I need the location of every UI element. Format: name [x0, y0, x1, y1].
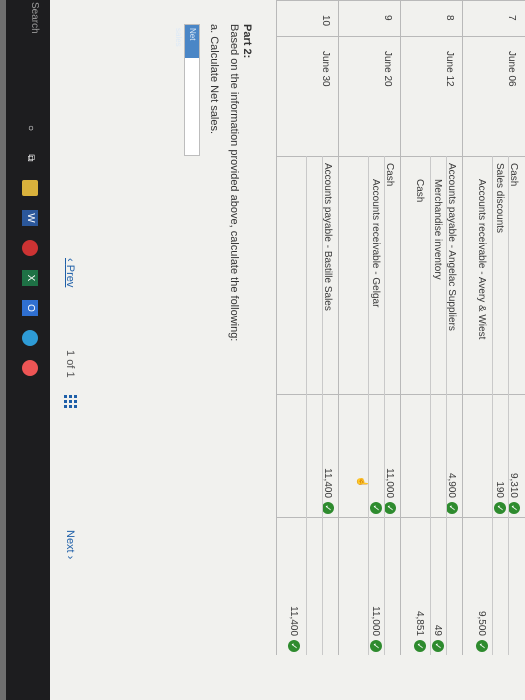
page-indicator: 1 of 1	[64, 350, 76, 378]
credit-amount: 49	[432, 624, 443, 636]
taskbar-search[interactable]: Search	[29, 2, 40, 34]
row-date: June 20	[339, 36, 401, 156]
credit-amount: 11,400	[288, 606, 299, 636]
row-date: June 12	[401, 36, 463, 156]
check-icon: ✓	[322, 502, 334, 514]
task-view-icon[interactable]: ⧉	[22, 150, 38, 166]
credit-cell: 11,400 ✓	[277, 517, 339, 656]
next-button[interactable]: Next ›	[64, 530, 76, 559]
debit-cell: 4,900 ✓	[401, 394, 463, 518]
file-explorer-icon[interactable]	[22, 180, 38, 196]
pagination-bar: ‹ Prev 1 of 1 Next ›	[56, 0, 80, 700]
row-date: June 30	[277, 36, 339, 156]
photo-of-screen: 7 June 06 Cash Sales discounts Accounts …	[6, 0, 525, 700]
debit-amount: 190	[494, 481, 505, 498]
credit-cell: 11,000 ✓	[339, 517, 401, 656]
chevron-right-icon: ›	[64, 552, 76, 560]
edge-icon[interactable]	[22, 330, 38, 346]
cortana-icon[interactable]: ○	[22, 120, 38, 136]
debit-cell: 9,310 ✓ 190 ✓	[463, 394, 525, 518]
check-icon: ✓	[508, 502, 520, 514]
account-name: Cash	[508, 163, 519, 187]
check-icon: ✓	[414, 640, 426, 652]
account-name: Accounts payable - Bastille Sales	[322, 163, 333, 311]
check-icon: ✓	[384, 502, 396, 514]
app-icon[interactable]	[22, 360, 38, 376]
account-name: Cash	[384, 163, 395, 187]
table-row: 9 June 20 Cash Accounts receivable - Gel…	[338, 0, 401, 656]
cursor-icon: ☝	[356, 475, 367, 488]
check-icon: ✓	[370, 502, 382, 514]
account-cell: Accounts payable - Bastille Sales	[277, 156, 339, 394]
account-cell: Accounts payable - Angelac Suppliers Mer…	[401, 156, 463, 394]
taskbar: Search ○ ⧉ W X O	[6, 0, 50, 700]
account-name: Sales discounts	[494, 163, 505, 234]
net-sales-field[interactable]: Net sales	[174, 24, 200, 156]
outlook-icon[interactable]: O	[22, 300, 38, 316]
account-name: Accounts receivable - Avery & Wiest	[476, 179, 487, 340]
row-number: 9	[339, 0, 401, 37]
debit-cell: 11,000 ✓ ✓ ☝	[339, 394, 401, 518]
check-icon: ✓	[476, 640, 488, 652]
credit-cell: 9,500 ✓	[463, 517, 525, 656]
table-row: 10 June 30 Accounts payable - Bastille S…	[276, 0, 339, 656]
net-sales-label: Net sales	[174, 25, 199, 58]
check-icon: ✓	[494, 502, 506, 514]
credit-amount: 4,851	[414, 610, 425, 636]
row-number: 10	[277, 0, 339, 37]
row-number: 7	[463, 0, 525, 37]
account-cell: Cash Sales discounts Accounts receivable…	[463, 156, 525, 394]
debit-amount: 4,900	[446, 472, 457, 498]
part2-question: a. Calculate Net sales.	[208, 24, 220, 135]
row-date: June 06	[463, 36, 525, 156]
chevron-left-icon: ‹	[64, 258, 76, 265]
account-cell: Cash Accounts receivable - Gelgar	[339, 156, 401, 394]
debit-cell: 11,400 ✓	[277, 394, 339, 518]
debit-amount: 9,310	[508, 472, 519, 498]
account-name: Accounts payable - Angelac Suppliers	[446, 163, 457, 331]
check-icon: ✓	[446, 502, 458, 514]
debit-amount: 11,400	[322, 468, 333, 498]
row-number: 8	[401, 0, 463, 37]
excel-icon[interactable]: X	[22, 270, 38, 286]
account-name: Accounts receivable - Gelgar	[370, 179, 381, 308]
account-name: Merchandise inventory	[432, 179, 443, 280]
part2-instruction: Based on the information provided above,…	[228, 24, 240, 342]
check-icon: ✓	[370, 640, 382, 652]
account-name: Cash	[414, 179, 425, 203]
check-icon: ✓	[288, 640, 300, 652]
grid-icon[interactable]	[63, 395, 77, 409]
credit-amount: 11,000	[370, 606, 381, 636]
table-row: 7 June 06 Cash Sales discounts Accounts …	[462, 0, 525, 656]
credit-amount: 9,500	[476, 610, 487, 636]
journal-table: 7 June 06 Cash Sales discounts Accounts …	[270, 0, 525, 700]
debit-amount: 11,000	[384, 468, 395, 498]
table-row: 8 June 12 Accounts payable - Angelac Sup…	[400, 0, 463, 656]
part2-title: Part 2:	[241, 24, 253, 59]
rotated-content: 7 June 06 Cash Sales discounts Accounts …	[6, 0, 525, 700]
word-icon[interactable]: W	[22, 210, 38, 226]
chrome-icon[interactable]	[22, 240, 38, 256]
check-icon: ✓	[432, 640, 444, 652]
prev-button[interactable]: ‹ Prev	[64, 258, 76, 287]
credit-cell: 49 ✓ 4,851 ✓	[401, 517, 463, 656]
